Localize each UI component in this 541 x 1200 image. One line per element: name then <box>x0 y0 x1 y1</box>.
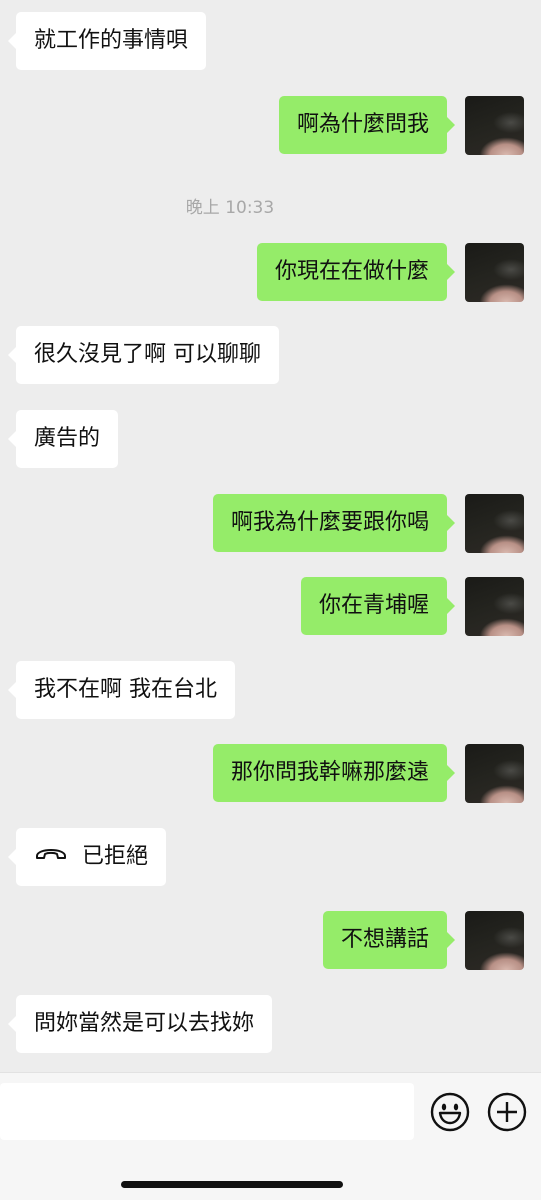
message-input[interactable] <box>0 1083 414 1140</box>
message-timestamp: 晚上 10:33 <box>185 198 275 218</box>
phone-declined-icon <box>34 826 68 884</box>
avatar[interactable] <box>465 243 524 302</box>
home-indicator <box>121 1181 343 1188</box>
outgoing-message-bubble[interactable]: 不想講話 <box>322 911 456 969</box>
incoming-message-bubble[interactable]: 很久沒見了啊 可以聊聊 <box>8 326 279 384</box>
declined-call-bubble[interactable]: 已拒絕 <box>7 826 167 886</box>
declined-call-label: 已拒絕 <box>82 844 149 869</box>
avatar[interactable] <box>465 744 524 803</box>
outgoing-message-bubble[interactable]: 你在青埔喔 <box>300 577 456 635</box>
chat-area[interactable]: 就工作的事情唄 啊為什麼問我 晚上 10:33 你現在在做什麼 很久沒見了啊 可… <box>0 0 541 1072</box>
outgoing-message-bubble[interactable]: 啊為什麼問我 <box>278 96 456 154</box>
outgoing-message-bubble[interactable]: 啊我為什麼要跟你喝 <box>212 494 456 552</box>
emoji-icon[interactable] <box>429 1091 471 1133</box>
incoming-message-bubble[interactable]: 廣告的 <box>7 410 119 468</box>
avatar[interactable] <box>465 577 524 636</box>
outgoing-message-bubble[interactable]: 你現在在做什麼 <box>256 243 456 301</box>
avatar[interactable] <box>465 96 524 155</box>
outgoing-message-bubble[interactable]: 那你問我幹嘛那麼遠 <box>212 744 456 802</box>
incoming-message-bubble[interactable]: 問妳當然是可以去找妳 <box>7 995 273 1053</box>
incoming-message-bubble[interactable]: 就工作的事情唄 <box>7 12 207 70</box>
avatar[interactable] <box>465 494 524 553</box>
avatar[interactable] <box>465 911 524 970</box>
add-icon[interactable] <box>486 1091 528 1133</box>
incoming-message-bubble[interactable]: 我不在啊 我在台北 <box>8 661 235 719</box>
